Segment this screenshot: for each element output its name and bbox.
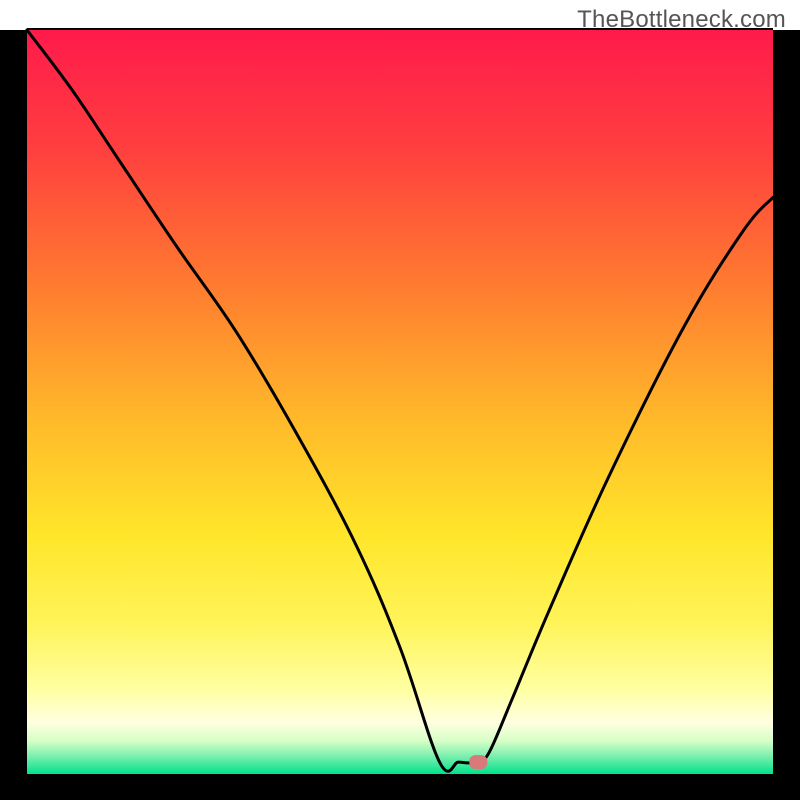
chart-background-gradient [27, 30, 773, 774]
watermark-text: TheBottleneck.com [577, 6, 786, 34]
axis-right [773, 30, 800, 774]
bottleneck-chart [0, 0, 800, 800]
chart-container: TheBottleneck.com [0, 0, 800, 800]
optimal-point-marker [469, 755, 487, 769]
axis-bottom [0, 774, 800, 800]
axis-left [0, 30, 27, 800]
